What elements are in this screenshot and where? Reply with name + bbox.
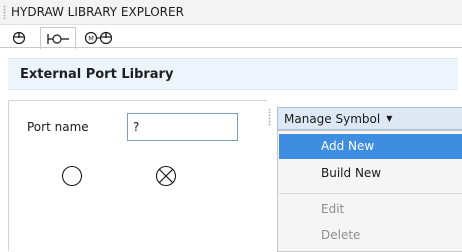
- drag-grip-icon[interactable]: [3, 5, 6, 19]
- menu-item-delete: Delete: [321, 228, 361, 242]
- manage-symbol-button[interactable]: Manage Symbol ▼: [277, 107, 462, 130]
- tab-strip: M: [0, 25, 462, 49]
- section-title: External Port Library: [20, 67, 174, 82]
- toolbar-grip-icon[interactable]: [268, 108, 271, 126]
- tab-port-symbol[interactable]: [8, 27, 30, 48]
- manage-symbol-menu: Add New Build New Edit Delete: [277, 130, 462, 252]
- menu-item-build-new[interactable]: Build New: [279, 161, 462, 186]
- port-name-input[interactable]: [127, 113, 238, 141]
- port-symbol-icon: [12, 31, 26, 44]
- open-port-circle-icon[interactable]: [61, 165, 83, 187]
- caret-down-icon: ▼: [386, 114, 393, 123]
- menu-item-add-new[interactable]: Add New: [279, 134, 462, 159]
- port-form-panel: Port name: [8, 100, 267, 251]
- title-bar: HYDRAW LIBRARY EXPLORER: [0, 0, 462, 25]
- menu-separator: [279, 193, 462, 194]
- menu-item-edit: Edit: [321, 202, 345, 216]
- manage-symbol-label: Manage Symbol: [284, 111, 381, 126]
- tab-motor-pump[interactable]: M: [80, 27, 118, 48]
- tab-external-port[interactable]: [40, 27, 76, 49]
- port-name-label: Port name: [27, 120, 89, 134]
- motor-pump-icon: M: [84, 31, 113, 44]
- window-title: HYDRAW LIBRARY EXPLORER: [11, 5, 184, 19]
- external-port-line-icon: [47, 33, 69, 44]
- tab-strip-divider: [0, 47, 462, 48]
- section-header: External Port Library: [8, 58, 458, 90]
- svg-text:M: M: [88, 34, 94, 42]
- blocked-port-circle-icon[interactable]: [155, 165, 177, 187]
